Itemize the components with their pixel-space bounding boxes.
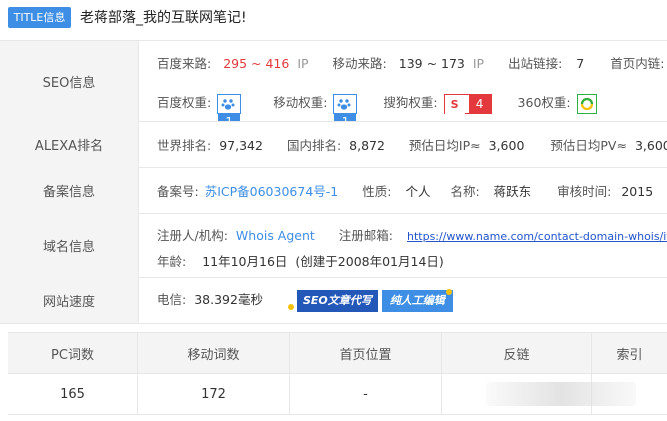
sogou-weight-badge[interactable]: S 4	[443, 93, 492, 114]
email-link[interactable]: https://www.name.com/contact-domain-whoi…	[407, 230, 667, 243]
outbound-label: 出站链接:	[508, 56, 563, 71]
icp-audit-label: 审核时间:	[557, 184, 612, 199]
seo-weight-line: 百度权重: 1 移动权重: 1 搜狗权重: S 4 360权重:	[157, 92, 597, 121]
mobile-source-label: 移动来路:	[332, 56, 387, 71]
outbound-value[interactable]: 7	[576, 56, 584, 71]
header-backlinks: 反链	[442, 333, 592, 373]
banner-right-text: 纯人工编辑	[381, 289, 453, 312]
header-pc-words: PC词数	[8, 333, 138, 373]
title-bar: TITLE信息 老蒋部落_我的互联网笔记!	[0, 0, 667, 40]
age-value: 11年10月16日	[202, 254, 288, 269]
banner-left-text: SEO文章代写	[296, 289, 378, 312]
icp-number-link[interactable]: 苏ICP备06030674号-1	[205, 181, 339, 200]
header-home-position: 首页位置	[290, 333, 442, 373]
icp-label: 备案信息	[0, 167, 139, 213]
icp-number-label: 备案号:	[157, 184, 199, 199]
registrant-label: 注册人/机构:	[157, 228, 228, 243]
mobile-paw-icon	[334, 94, 355, 113]
sogou-icon: S	[444, 95, 465, 114]
alexa-label: ALEXA排名	[0, 121, 139, 167]
mobile-source-value[interactable]: 139 ~ 173	[399, 56, 465, 71]
mobile-weight-label: 移动权重:	[273, 95, 328, 110]
value-home-position: -	[290, 374, 442, 414]
header-mobile-words: 移动词数	[138, 333, 290, 373]
header-index: 索引	[616, 347, 643, 363]
baidu-paw-icon	[218, 94, 239, 113]
stats-value-row: 165 172 -	[8, 374, 667, 415]
domestic-rank-value: 8,872	[349, 138, 385, 153]
icp-line: 备案号: 苏ICP备06030674号-1 性质: 个人 名称: 蒋跃东 审核时…	[157, 181, 653, 200]
s360-weight-badge[interactable]	[576, 93, 597, 114]
sogou-weight-label: 搜狗权重:	[383, 95, 438, 110]
created-date: (创建于2008年01月14日)	[295, 254, 444, 269]
alexa-line: 世界排名: 97,342 国内排名: 8,872 预估日均IP≈ 3,600 预…	[157, 135, 667, 154]
world-rank-label: 世界排名:	[157, 138, 212, 153]
world-rank-value: 97,342	[219, 138, 263, 153]
speed-line: 电信: 38.392毫秒 SEO文章代写 纯人工编辑	[157, 289, 453, 312]
blurred-watermark	[486, 382, 636, 406]
speed-row: 网站速度 电信: 38.392毫秒 SEO文章代写 纯人工编辑	[0, 277, 667, 324]
keyword-stats-table: PC词数 移动词数 首页位置 反链 索引 165 172 -	[8, 332, 667, 421]
age-label: 年龄:	[157, 254, 187, 269]
home-inner-label: 首页内链:	[610, 56, 665, 71]
icp-name-label: 名称:	[450, 184, 480, 199]
speed-label: 网站速度	[0, 277, 139, 323]
s360-weight-label: 360权重:	[517, 95, 571, 110]
seo-source-line: 百度来路: 295 ~ 416 IP 移动来路: 139 ~ 173 IP 出站…	[157, 53, 664, 72]
baidu-source-unit: IP	[297, 56, 309, 71]
seo-ad-banner[interactable]: SEO文章代写 纯人工编辑	[296, 289, 453, 312]
registrant-link[interactable]: Whois Agent	[236, 228, 315, 243]
est-pv-label: 预估日均PV≈	[550, 138, 627, 153]
est-ip-value: 3,600	[488, 138, 525, 153]
domain-registrant-line: 注册人/机构: Whois Agent 注册邮箱: https://www.na…	[157, 225, 667, 244]
site-title: 老蒋部落_我的互联网笔记!	[80, 10, 247, 26]
baidu-source-label: 百度来路:	[157, 56, 212, 71]
domain-age-line: 年龄: 11年10月16日 (创建于2008年01月14日)	[157, 251, 444, 270]
seo-info-panel: TITLE信息 老蒋部落_我的互联网笔记! SEO信息 百度来路: 295 ~ …	[0, 0, 667, 421]
value-mobile-words[interactable]: 172	[138, 374, 290, 414]
est-ip-label: 预估日均IP≈	[408, 138, 481, 153]
mobile-weight-badge[interactable]: 1	[333, 93, 358, 121]
banner-dot-right	[446, 289, 452, 295]
mobile-source-unit: IP	[472, 56, 485, 71]
telecom-value: 38.392毫秒	[194, 292, 263, 307]
stats-header-row: PC词数 移动词数 首页位置 反链 索引	[8, 333, 667, 374]
title-badge: TITLE信息	[8, 7, 71, 28]
baidu-weight-label: 百度权重:	[157, 95, 212, 110]
seo-info-table: SEO信息 百度来路: 295 ~ 416 IP 移动来路: 139 ~ 173…	[0, 40, 667, 324]
value-pc-words[interactable]: 165	[8, 374, 138, 414]
icp-row: 备案信息 备案号: 苏ICP备06030674号-1 性质: 个人 名称: 蒋跃…	[0, 167, 667, 214]
domestic-rank-label: 国内排名:	[286, 138, 342, 153]
domain-row: 域名信息 注册人/机构: Whois Agent 注册邮箱: https://w…	[0, 213, 667, 278]
icp-nature-label: 性质:	[362, 184, 392, 199]
seo-row: SEO信息 百度来路: 295 ~ 416 IP 移动来路: 139 ~ 173…	[0, 41, 667, 122]
domain-label: 域名信息	[0, 213, 139, 277]
baidu-weight-badge[interactable]: 1	[217, 93, 242, 121]
s360-icon	[577, 94, 596, 113]
icp-nature-value: 个人	[405, 184, 431, 199]
icp-name-value: 蒋跃东	[493, 184, 532, 199]
baidu-source-value[interactable]: 295 ~ 416	[223, 56, 289, 71]
email-label: 注册邮箱:	[338, 228, 394, 243]
seo-label: SEO信息	[0, 41, 139, 121]
banner-dot-left	[288, 304, 294, 310]
est-pv-value: 3,600	[634, 138, 667, 153]
icp-audit-value: 2015	[621, 184, 654, 199]
alexa-row: ALEXA排名 世界排名: 97,342 国内排名: 8,872 预估日均IP≈…	[0, 121, 667, 168]
telecom-label: 电信:	[157, 292, 187, 307]
sogou-weight-value: 4	[468, 94, 491, 113]
